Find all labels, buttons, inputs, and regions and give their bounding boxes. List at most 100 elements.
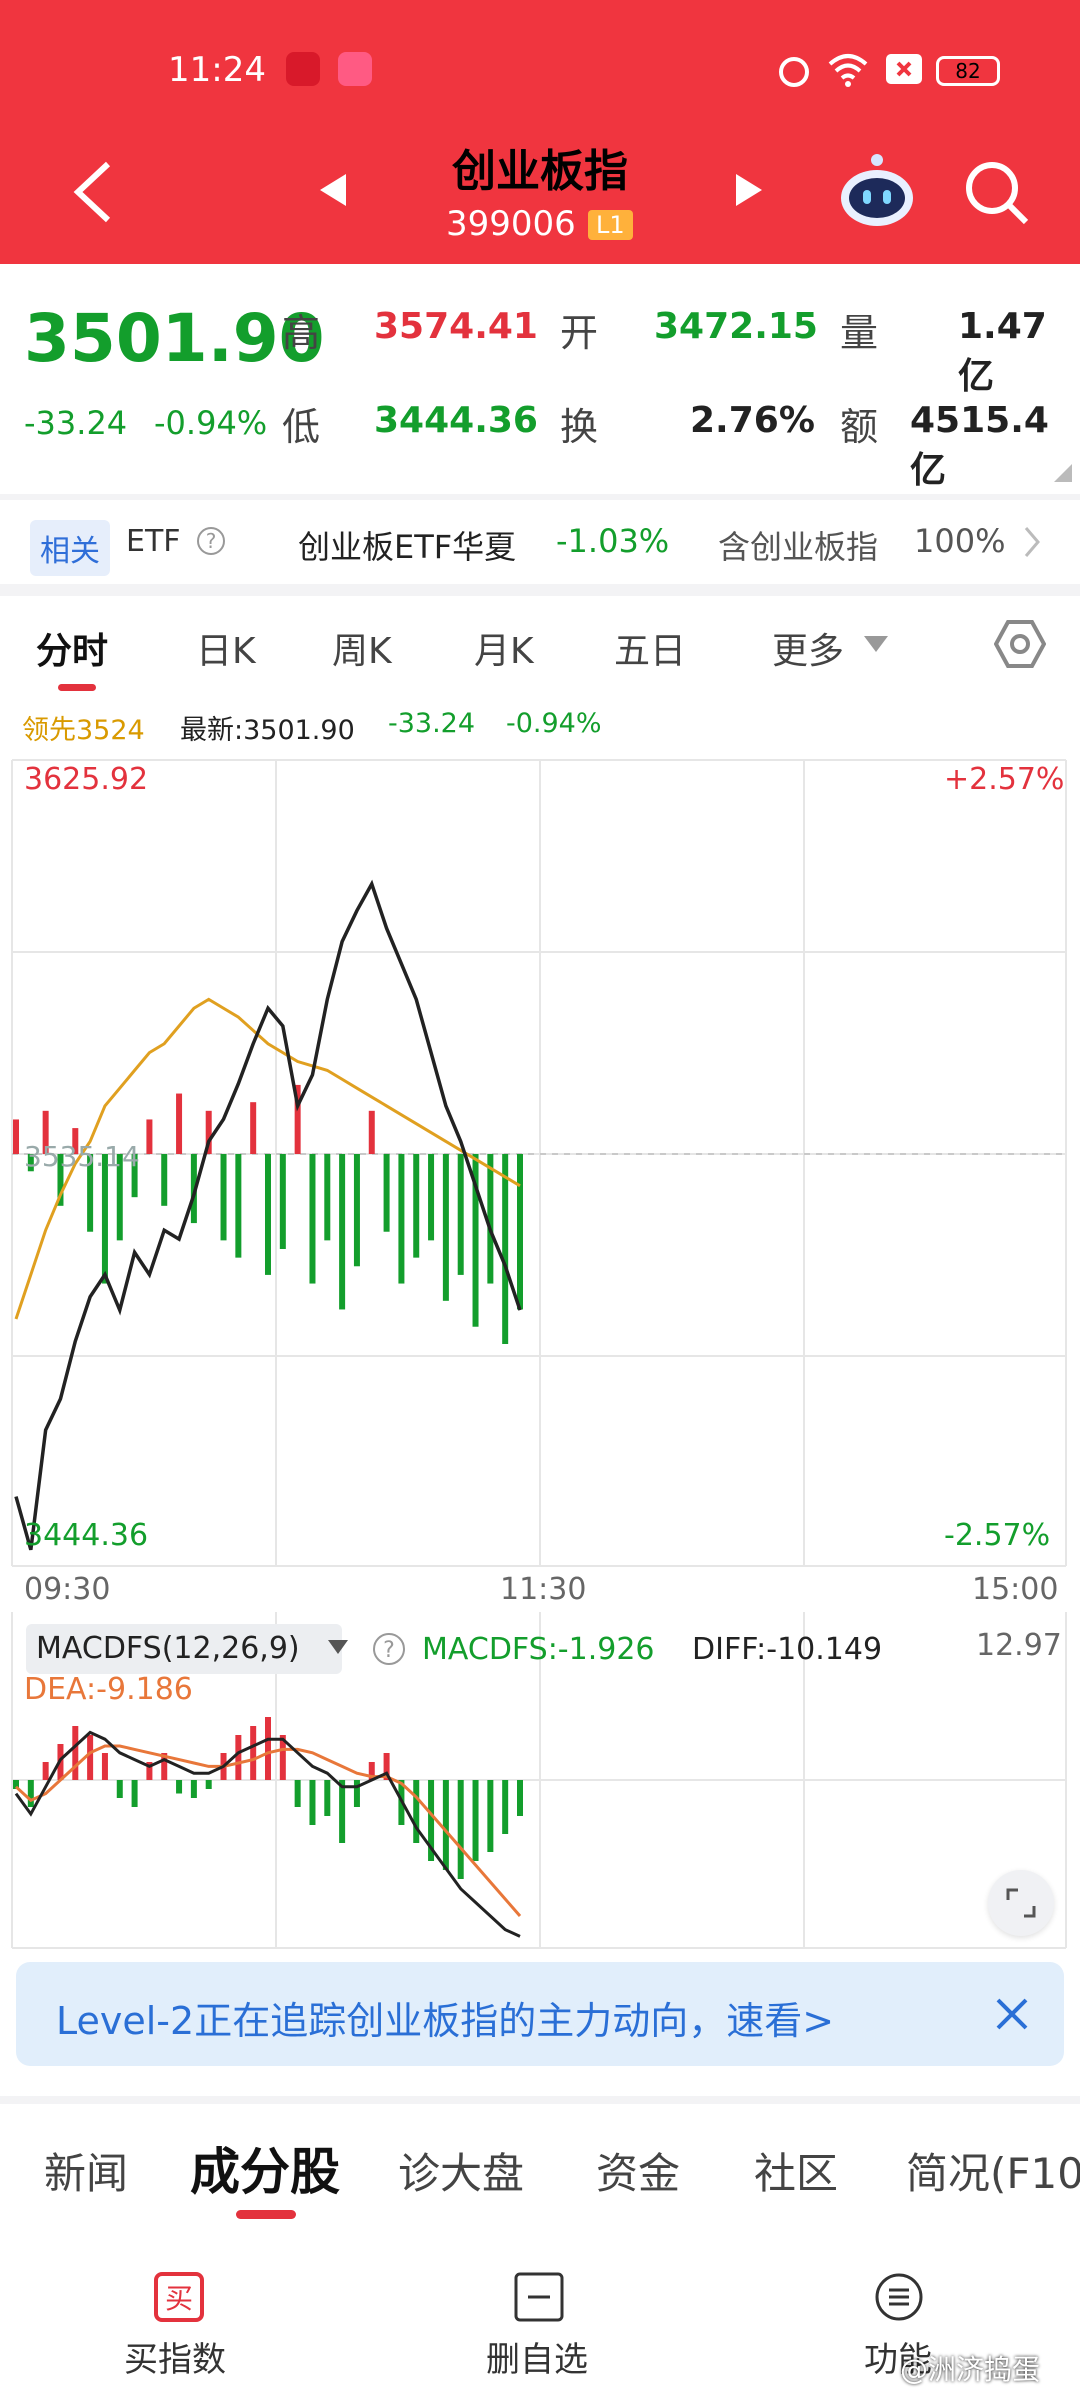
- ref-price-label: 3535.14: [24, 1140, 140, 1173]
- status-time: 11:24: [168, 50, 266, 90]
- buy-index-button[interactable]: 买 买指数: [100, 2266, 260, 2386]
- macd-bar: [190, 1780, 197, 1798]
- macd-bar: [294, 1780, 301, 1807]
- settings-hexagon-icon[interactable]: [994, 618, 1046, 670]
- volume-bar: [176, 1093, 183, 1154]
- volume-bar: [220, 1154, 227, 1241]
- time-label-close: 15:00: [972, 1572, 1059, 1607]
- time-label-open: 09:30: [24, 1572, 111, 1607]
- volume-bar: [101, 1154, 108, 1284]
- volume-bar: [13, 1119, 19, 1154]
- tab-intraday[interactable]: 分时: [36, 622, 108, 674]
- banner-text[interactable]: Level-2正在追踪创业板指的主力动向，速看>: [56, 1990, 834, 2045]
- volume-bar: [383, 1154, 390, 1232]
- volume-bar: [398, 1154, 405, 1284]
- macd-bar: [27, 1780, 34, 1807]
- fullscreen-button[interactable]: [988, 1870, 1054, 1936]
- volume-bar: [339, 1154, 346, 1310]
- sim-off-icon: [886, 54, 922, 84]
- macdfs-value: MACDFS:-1.926: [422, 1632, 655, 1667]
- price-change-pct: -0.94%: [154, 404, 268, 442]
- etf-type-label: ETF: [126, 524, 181, 559]
- macd-bar: [250, 1726, 257, 1780]
- menu-icon: [875, 2273, 923, 2321]
- indicator-name: MACDFS(12,26,9): [36, 1631, 300, 1666]
- active-tab-indicator: [58, 684, 96, 691]
- pct-max-label: +2.57%: [944, 762, 1065, 797]
- macd-bar: [176, 1780, 183, 1794]
- remove-watchlist-label: 删自选: [486, 2340, 588, 2380]
- tab-funds[interactable]: 资金: [596, 2140, 680, 2201]
- help-icon[interactable]: ?: [196, 526, 226, 556]
- macd-bar: [457, 1780, 464, 1879]
- next-stock-icon[interactable]: [734, 172, 764, 208]
- price-change: -33.24: [24, 404, 128, 442]
- diff-value: DIFF:-10.149: [692, 1632, 883, 1667]
- tab-more[interactable]: 更多: [772, 622, 844, 674]
- active-subtab-indicator: [236, 2210, 296, 2219]
- volume-bar: [457, 1154, 464, 1275]
- y-max-label: 3625.92: [24, 762, 149, 797]
- volume-bar: [428, 1154, 435, 1241]
- expand-corner-icon[interactable]: [1054, 464, 1072, 482]
- macd-bar: [487, 1780, 494, 1852]
- remove-watchlist-button[interactable]: 删自选: [460, 2266, 620, 2386]
- battery-indicator: 82: [936, 56, 1000, 86]
- search-icon[interactable]: [964, 160, 1030, 226]
- dropdown-arrow-icon[interactable]: [864, 636, 888, 654]
- indicator-selector[interactable]: MACDFS(12,26,9): [26, 1624, 342, 1674]
- stock-code: 399006: [446, 204, 576, 244]
- high-label: 高: [282, 311, 321, 355]
- macd-bar: [309, 1780, 316, 1825]
- volume-bar: [442, 1154, 449, 1301]
- svg-text:买: 买: [165, 2282, 193, 2315]
- tab-market-diagnosis[interactable]: 诊大盘: [398, 2140, 524, 2201]
- tab-constituents[interactable]: 成分股: [190, 2132, 340, 2204]
- help-icon[interactable]: ?: [372, 1632, 406, 1666]
- volume-bar: [309, 1154, 316, 1284]
- macd-bar: [265, 1717, 271, 1780]
- tab-f10-profile[interactable]: 简况(F10: [906, 2140, 1080, 2201]
- volume-bar: [146, 1119, 153, 1154]
- tab-news[interactable]: 新闻: [44, 2140, 128, 2201]
- chevron-right-icon[interactable]: [1022, 526, 1042, 558]
- amount-label: 额: [840, 405, 879, 449]
- legend-change: -33.24: [388, 708, 476, 739]
- intraday-chart[interactable]: [0, 740, 1080, 1610]
- volume-bar: [235, 1154, 242, 1258]
- macd-bar: [517, 1780, 523, 1816]
- low-label: 低: [282, 405, 321, 449]
- watermark: @洲济捣蛋: [900, 2353, 1041, 2386]
- open-label: 开: [560, 311, 599, 355]
- dea-value: DEA:-9.186: [24, 1672, 193, 1707]
- turnover-value: 2.76%: [690, 400, 815, 441]
- etf-holding-label: 含创业板指: [718, 528, 879, 566]
- volume-bar: [368, 1110, 375, 1154]
- app-notification-icon: [338, 52, 372, 86]
- low-value: 3444.36: [374, 400, 538, 441]
- macd-bar: [472, 1780, 479, 1861]
- tab-daily-k[interactable]: 日K: [196, 622, 256, 674]
- volume-bar: [265, 1154, 271, 1275]
- macd-bar: [339, 1780, 346, 1843]
- etf-name[interactable]: 创业板ETF华夏: [298, 522, 516, 568]
- close-icon[interactable]: [994, 1996, 1030, 2032]
- svg-text:?: ?: [206, 529, 217, 553]
- volume-bar: [502, 1154, 509, 1344]
- indicator-dropdown-icon[interactable]: [328, 1640, 348, 1656]
- macd-max-label: 12.97: [976, 1628, 1062, 1663]
- robot-assistant-icon[interactable]: [838, 152, 916, 230]
- macd-bar: [116, 1780, 123, 1798]
- volume-value: 1.47亿: [958, 306, 1047, 397]
- tab-weekly-k[interactable]: 周K: [332, 622, 392, 674]
- buy-icon: 买: [154, 2272, 204, 2322]
- etf-holding-pct: 100%: [914, 522, 1006, 560]
- tab-five-day[interactable]: 五日: [614, 622, 686, 674]
- etf-change: -1.03%: [556, 522, 670, 560]
- volume-bar: [353, 1154, 360, 1267]
- tab-monthly-k[interactable]: 月K: [474, 622, 534, 674]
- wifi-icon: [828, 54, 868, 87]
- time-label-midday: 11:30: [500, 1572, 587, 1607]
- macd-bar: [42, 1762, 49, 1780]
- tab-community[interactable]: 社区: [754, 2140, 838, 2201]
